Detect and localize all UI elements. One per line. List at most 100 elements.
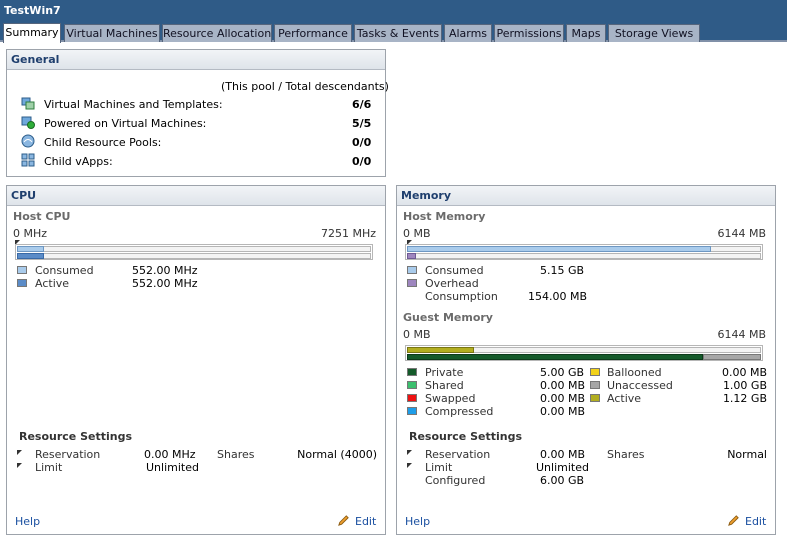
mem-configured-label: Configured — [425, 474, 486, 487]
cpu-reservation-label: Reservation — [35, 448, 101, 461]
guest-ballooned-label: Ballooned — [607, 366, 662, 379]
cpu-usage-bar — [15, 244, 373, 260]
guest-active-swatch — [590, 394, 600, 402]
mem-configured-value: 6.00 GB — [540, 474, 585, 487]
mem-reservation-marker-icon — [407, 450, 412, 455]
tab-permissions[interactable]: Permissions — [494, 24, 564, 42]
guest-private-value: 5.00 GB — [540, 366, 585, 379]
mem-limit-marker-icon — [407, 463, 412, 468]
mem-limit-label: Limit — [425, 461, 453, 474]
guest-mem-scale-max: 6144 MB — [717, 328, 766, 341]
mem-edit-link[interactable]: Edit — [745, 515, 766, 528]
guest-mem-scale-min: 0 MB — [403, 328, 431, 341]
cpu-consumed-value: 552.00 MHz — [132, 264, 198, 277]
cpu-consumed-label: Consumed — [35, 264, 94, 277]
tab-tasks-events[interactable]: Tasks & Events — [354, 24, 442, 42]
guest-private-fill — [407, 354, 703, 360]
private-swatch — [407, 368, 417, 376]
tab-resource-allocation[interactable]: Resource Allocation — [162, 24, 272, 42]
guest-shared-value: 0.00 MB — [540, 379, 586, 392]
guest-swapped-label: Swapped — [425, 392, 476, 405]
mem-consumed-label: Consumed — [425, 264, 484, 277]
cpu-limit-label: Limit — [35, 461, 63, 474]
child-resource-pools-value: 0/0 — [352, 136, 372, 149]
guest-unaccessed-label: Unaccessed — [607, 379, 673, 392]
swapped-swatch — [407, 394, 417, 402]
general-note: (This pool / Total descendants) — [221, 80, 389, 93]
unaccessed-swatch — [590, 381, 600, 389]
child-vapps-value: 0/0 — [352, 155, 372, 168]
pencil-icon[interactable] — [337, 514, 350, 527]
guest-compressed-label: Compressed — [425, 405, 494, 418]
host-cpu-title: Host CPU — [13, 210, 71, 223]
mem-reservation-value: 0.00 MB — [540, 448, 586, 461]
cpu-active-value: 552.00 MHz — [132, 277, 198, 290]
guest-swapped-value: 0.00 MB — [540, 392, 586, 405]
mem-resource-settings-title: Resource Settings — [409, 430, 523, 443]
tab-summary[interactable]: Summary — [3, 23, 61, 43]
tab-maps[interactable]: Maps — [566, 24, 606, 42]
mem-overhead-label: Overhead — [425, 277, 479, 290]
mem-consumed-swatch — [407, 266, 417, 274]
vm-templates-icon — [21, 97, 35, 110]
tab-virtual-machines[interactable]: Virtual Machines — [64, 24, 160, 42]
host-mem-scale-max: 6144 MB — [717, 227, 766, 240]
guest-private-label: Private — [425, 366, 464, 379]
cpu-edit-link[interactable]: Edit — [355, 515, 376, 528]
resource-pool-icon — [21, 134, 35, 148]
cpu-scale-max: 7251 MHz — [320, 227, 376, 240]
cpu-panel-title: CPU — [7, 186, 385, 206]
guest-unaccessed-value: 1.00 GB — [722, 379, 767, 392]
pencil-icon[interactable] — [727, 514, 740, 527]
tab-alarms[interactable]: Alarms — [444, 24, 492, 42]
mem-reservation-label: Reservation — [425, 448, 491, 461]
guest-unaccessed-fill — [703, 354, 761, 360]
general-panel: General (This pool / Total descendants) … — [6, 49, 389, 177]
cpu-shares-label: Shares — [217, 448, 255, 461]
cpu-help-link[interactable]: Help — [15, 515, 40, 528]
guest-active-label: Active — [607, 392, 642, 405]
general-panel-title: General — [7, 50, 385, 70]
guest-compressed-value: 0.00 MB — [540, 405, 586, 418]
guest-memory-bar — [405, 345, 763, 361]
guest-ballooned-value: 0.00 MB — [721, 366, 767, 379]
tab-storage-views[interactable]: Storage Views — [608, 24, 700, 42]
guest-active-value: 1.12 GB — [722, 392, 767, 405]
mem-help-link[interactable]: Help — [405, 515, 430, 528]
child-resource-pools-label: Child Resource Pools: — [44, 136, 162, 149]
host-memory-consumed-fill — [407, 246, 711, 252]
ballooned-swatch — [590, 368, 600, 376]
tab-performance[interactable]: Performance — [274, 24, 352, 42]
summary-content: General (This pool / Total descendants) … — [0, 42, 787, 547]
memory-panel-title: Memory — [397, 186, 775, 206]
window-title: TestWin7 — [0, 0, 787, 22]
cpu-consumed-fill — [17, 246, 44, 252]
mem-consumption-value: 154.00 MB — [528, 290, 588, 303]
mem-shares-label: Shares — [607, 448, 645, 461]
cpu-active-fill — [17, 253, 44, 259]
vm-templates-value: 6/6 — [352, 98, 372, 111]
tab-bar: Summary Virtual Machines Resource Alloca… — [0, 22, 787, 43]
cpu-resource-settings-title: Resource Settings — [19, 430, 133, 443]
shared-swatch — [407, 381, 417, 389]
mem-overhead-swatch — [407, 279, 417, 287]
host-memory-overhead-fill — [407, 253, 416, 259]
reservation-marker-icon — [17, 450, 22, 455]
cpu-reservation-value: 0.00 MHz — [144, 448, 196, 461]
cpu-active-label: Active — [35, 277, 70, 290]
host-memory-title: Host Memory — [403, 210, 486, 223]
cpu-limit-value: Unlimited — [146, 461, 199, 474]
guest-shared-label: Shared — [425, 379, 464, 392]
vapp-icon — [21, 153, 35, 167]
memory-panel: Memory Host Memory 0 MB 6144 MB Consumed… — [396, 185, 776, 535]
child-vapps-label: Child vApps: — [44, 155, 113, 168]
mem-consumption-label: Consumption — [425, 290, 498, 303]
cpu-scale-min: 0 MHz — [13, 227, 48, 240]
mem-shares-value: Normal — [727, 448, 767, 461]
mem-consumed-value: 5.15 GB — [540, 264, 585, 277]
powered-on-vm-label: Powered on Virtual Machines: — [44, 117, 207, 130]
compressed-swatch — [407, 407, 417, 415]
limit-marker-icon — [17, 463, 22, 468]
host-memory-bar — [405, 244, 763, 260]
consumed-swatch — [17, 266, 27, 274]
